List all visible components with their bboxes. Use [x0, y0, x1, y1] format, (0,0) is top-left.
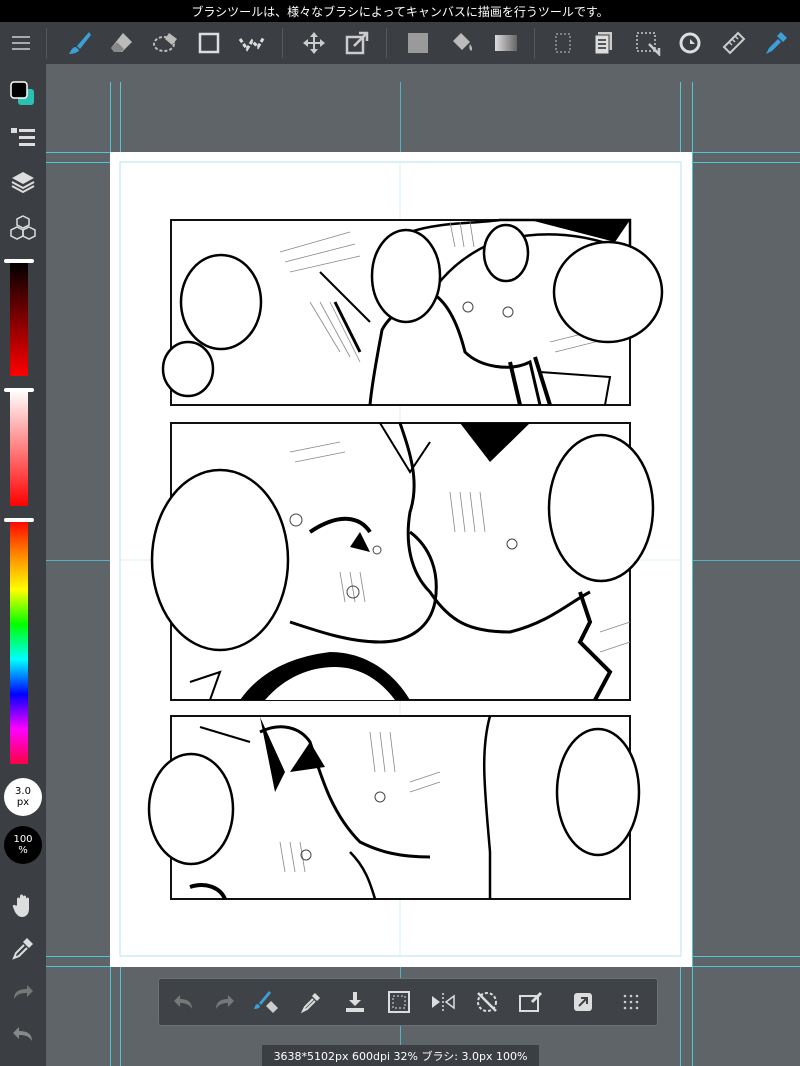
transform-icon[interactable]	[339, 22, 375, 64]
brush-size-value: 3.0	[15, 786, 31, 797]
undo-icon[interactable]	[5, 1016, 41, 1052]
eyedropper-icon[interactable]	[293, 984, 329, 1020]
undo-icon[interactable]	[165, 984, 201, 1020]
selection-icon[interactable]	[546, 22, 582, 64]
panel-2	[150, 422, 655, 701]
brush-eraser-toggle-icon[interactable]	[249, 984, 285, 1020]
manga-artwork[interactable]	[110, 152, 692, 967]
flip-icon[interactable]	[425, 984, 461, 1020]
hue-slider[interactable]	[4, 518, 34, 764]
lasso-eraser-icon[interactable]	[148, 22, 184, 64]
rotate-reset-icon[interactable]	[469, 984, 505, 1020]
layer-list-icon[interactable]	[5, 120, 41, 156]
brush-size-button[interactable]: 3.0 px	[4, 778, 42, 816]
move-icon[interactable]	[296, 22, 332, 64]
panel-1	[161, 218, 664, 406]
brush-size-unit: px	[16, 797, 30, 808]
opacity-unit: %	[18, 845, 28, 856]
brightness-handle[interactable]	[4, 259, 34, 263]
color-swatch[interactable]	[5, 76, 41, 112]
redo-icon[interactable]	[5, 974, 41, 1010]
brush-icon[interactable]	[62, 22, 98, 64]
tool-hint-text: ブラシツールは、様々なブラシによってキャンバスに描画を行うツールです。	[191, 4, 609, 19]
hand-icon[interactable]	[5, 888, 41, 924]
manga-page-canvas[interactable]	[110, 152, 692, 967]
hue-brightness-slider[interactable]	[4, 259, 34, 376]
layers-icon[interactable]	[5, 164, 41, 200]
left-panel: 3.0 px 100 %	[0, 64, 46, 1066]
top-toolbar	[0, 22, 800, 64]
redo-icon[interactable]	[207, 984, 243, 1020]
eyedropper-icon[interactable]	[5, 930, 41, 966]
dropper-blue-icon[interactable]	[758, 22, 794, 64]
gradient-icon[interactable]	[488, 22, 524, 64]
opacity-button[interactable]: 100 %	[4, 826, 42, 864]
bottom-quick-bar	[158, 978, 658, 1026]
guide-line	[46, 560, 110, 561]
save-download-icon[interactable]	[337, 984, 373, 1020]
saturation-handle[interactable]	[4, 388, 34, 392]
saturation-slider[interactable]	[4, 388, 34, 506]
status-bar: 3638*5102px 600dpi 32% ブラシ: 3.0px 100%	[262, 1045, 539, 1066]
selection-icon[interactable]	[381, 984, 417, 1020]
grid-icon[interactable]	[613, 984, 649, 1020]
guide-line	[692, 82, 693, 1066]
menu-icon[interactable]	[4, 22, 40, 64]
guide-line	[400, 82, 401, 152]
hue-handle[interactable]	[4, 518, 34, 522]
tool-hint-bar: ブラシツールは、様々なブラシによってキャンバスに描画を行うツールです。	[0, 0, 800, 22]
select-pen-icon[interactable]	[630, 22, 666, 64]
magic-wand-icon[interactable]	[234, 22, 270, 64]
panel-3	[147, 715, 641, 900]
status-text: 3638*5102px 600dpi 32% ブラシ: 3.0px 100%	[273, 1049, 528, 1063]
materials-icon[interactable]	[5, 210, 41, 246]
fill-color-icon[interactable]	[400, 22, 436, 64]
share-icon[interactable]	[565, 984, 601, 1020]
opacity-value: 100	[13, 834, 33, 845]
eraser-icon[interactable]	[104, 22, 140, 64]
rotate-tool-icon[interactable]	[672, 22, 708, 64]
transform-icon[interactable]	[513, 984, 549, 1020]
text-icon[interactable]	[586, 22, 622, 64]
shape-icon[interactable]	[191, 22, 227, 64]
ruler-icon[interactable]	[716, 22, 752, 64]
bucket-icon[interactable]	[444, 22, 480, 64]
guide-line	[692, 560, 800, 561]
